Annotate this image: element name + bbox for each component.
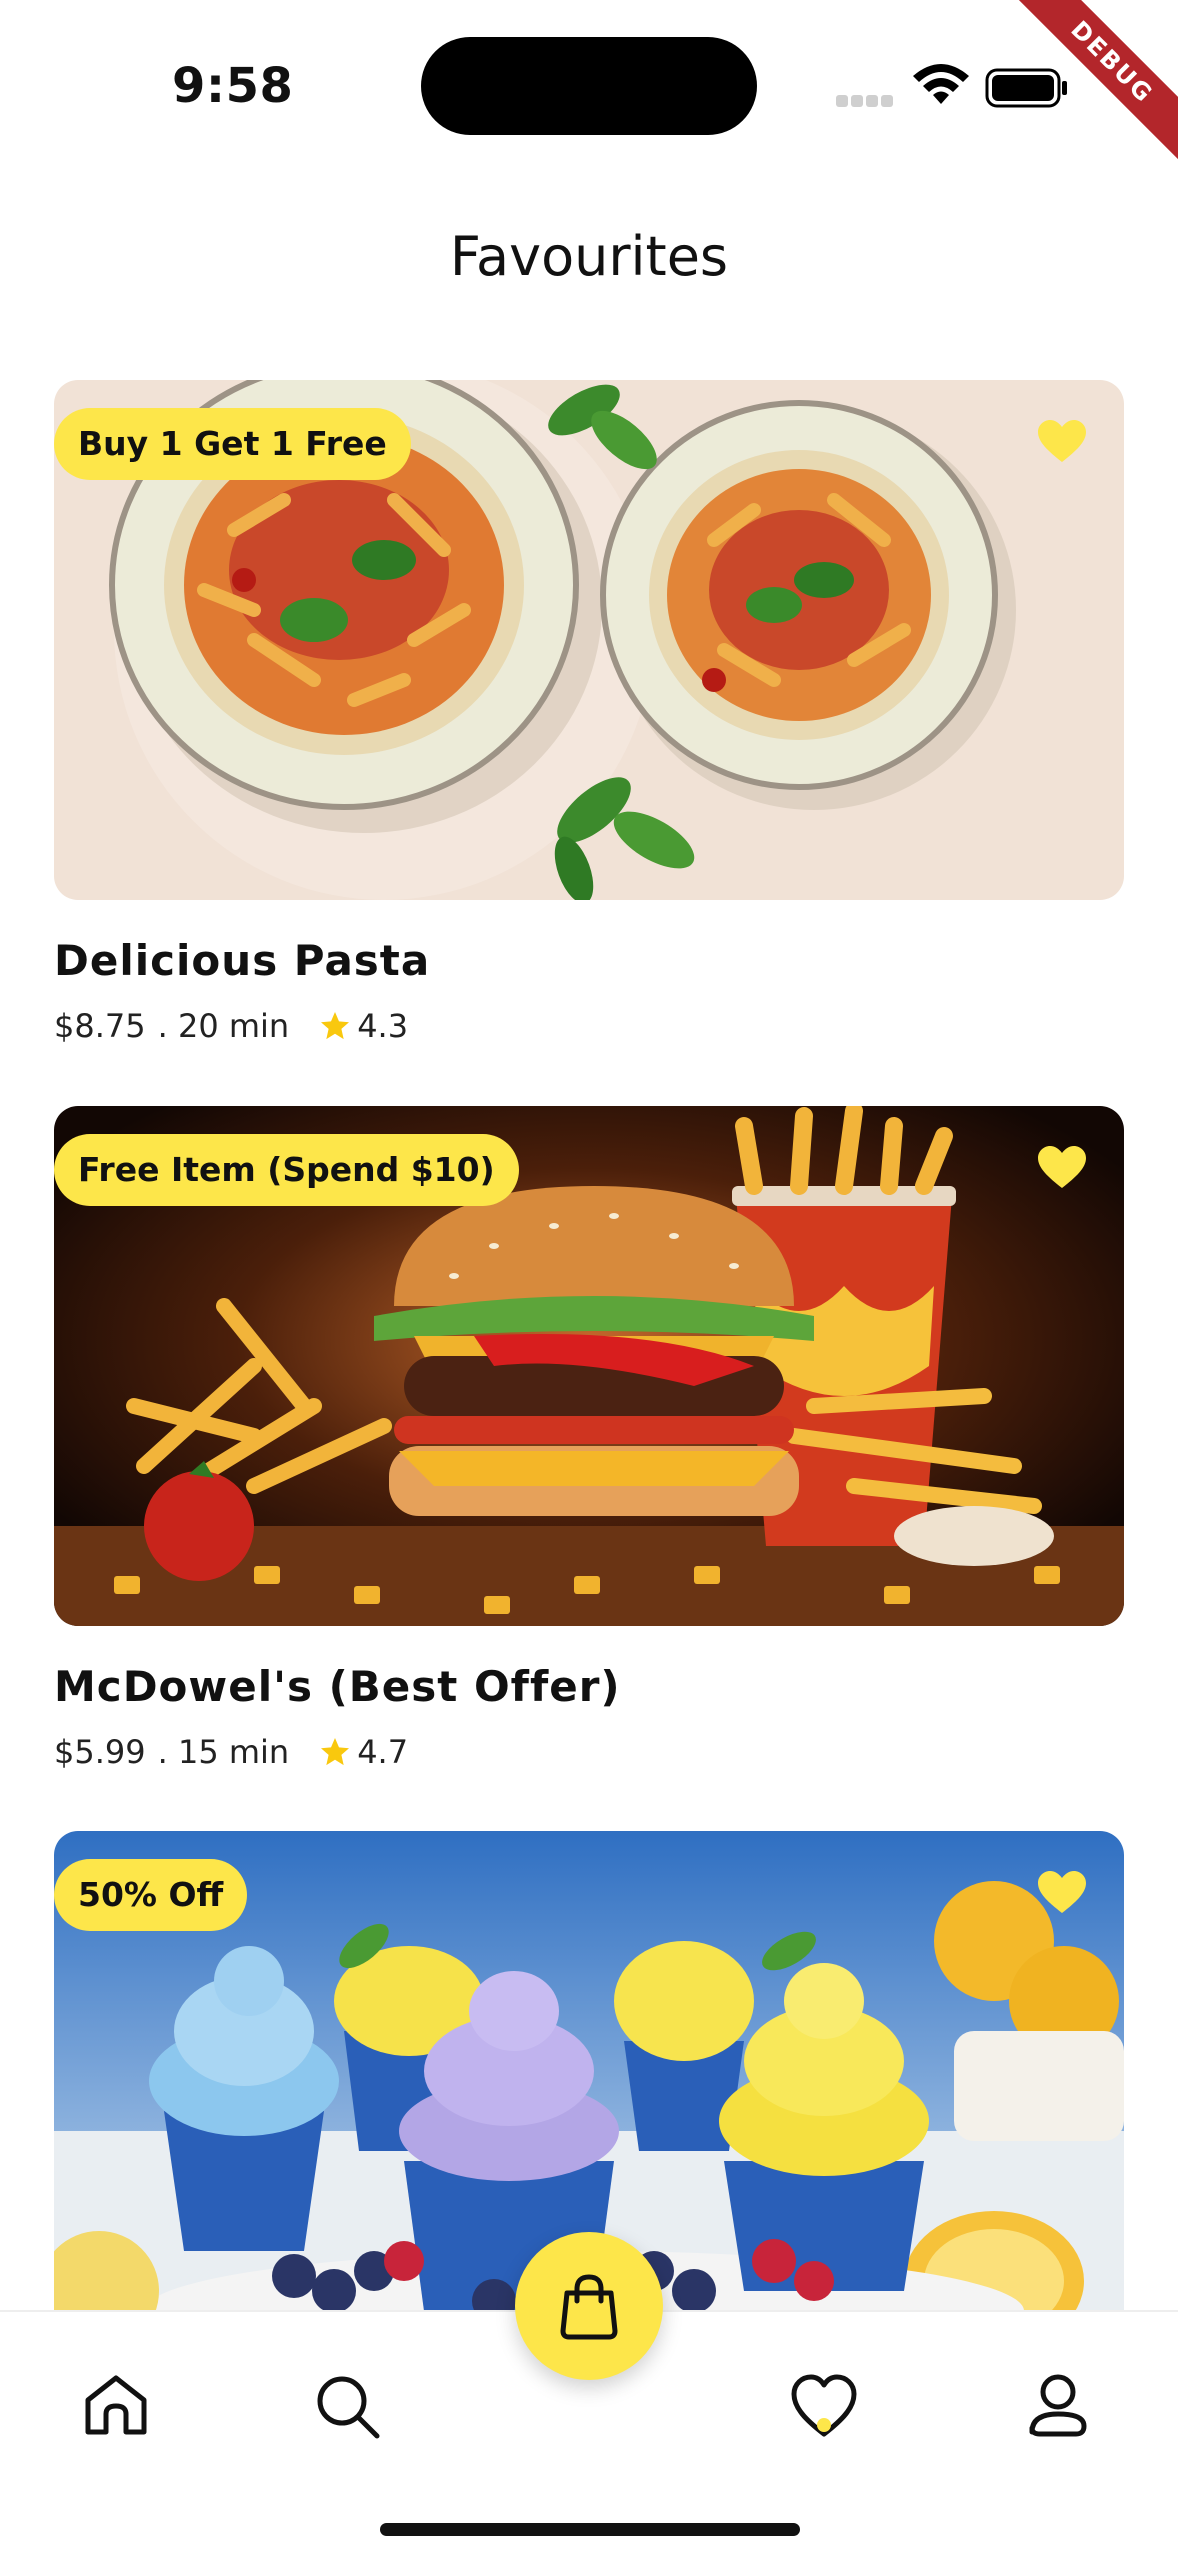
item-time: . 20 min xyxy=(157,1007,290,1045)
battery-icon xyxy=(985,68,1067,108)
item-meta: $5.99 . 15 min 4.7 xyxy=(54,1733,1124,1771)
promo-badge: Free Item (Spend $10) xyxy=(54,1134,519,1206)
status-time: 9:58 xyxy=(172,58,294,114)
promo-badge: 50% Off xyxy=(54,1859,248,1931)
favourite-heart-icon[interactable] xyxy=(1036,418,1088,464)
item-price: $5.99 xyxy=(54,1733,146,1771)
favourite-card-pasta[interactable]: Buy 1 Get 1 Free Delicious Pasta $8.75 .… xyxy=(54,380,1124,1045)
item-name[interactable]: McDowel's (Best Offer) xyxy=(54,1662,1124,1711)
cellular-signal-icon xyxy=(836,92,896,111)
profile-icon xyxy=(1029,2374,1087,2437)
active-tab-indicator xyxy=(817,2418,831,2432)
home-indicator[interactable] xyxy=(380,2523,800,2536)
search-icon xyxy=(317,2376,380,2439)
status-bar: 9:58 DEBUG xyxy=(0,0,1178,170)
page-title: Favourites xyxy=(449,225,729,288)
nav-profile[interactable] xyxy=(1022,2370,1094,2442)
item-rating: 4.3 xyxy=(357,1007,409,1045)
promo-badge: Buy 1 Get 1 Free xyxy=(54,408,411,480)
nav-search[interactable] xyxy=(311,2370,383,2442)
item-time: . 15 min xyxy=(157,1733,290,1771)
item-price: $8.75 xyxy=(54,1007,146,1045)
item-rating: 4.7 xyxy=(357,1733,409,1771)
favourite-heart-icon[interactable] xyxy=(1036,1869,1088,1915)
dynamic-island xyxy=(421,37,757,135)
food-image-burger[interactable]: Free Item (Spend $10) xyxy=(54,1106,1124,1626)
home-icon xyxy=(85,2375,147,2435)
favourite-heart-icon[interactable] xyxy=(1036,1144,1088,1190)
nav-home[interactable] xyxy=(80,2370,152,2442)
wifi-icon xyxy=(913,64,969,104)
favourite-card-burger[interactable]: Free Item (Spend $10) McDowel's (Best Of… xyxy=(54,1106,1124,1771)
item-name[interactable]: Delicious Pasta xyxy=(54,936,1124,985)
food-image-pasta[interactable]: Buy 1 Get 1 Free xyxy=(54,380,1124,900)
star-icon xyxy=(321,1012,350,1040)
shopping-bag-icon xyxy=(560,2274,618,2340)
star-icon xyxy=(321,1738,350,1766)
cart-button[interactable] xyxy=(515,2232,663,2380)
item-meta: $8.75 . 20 min 4.3 xyxy=(54,1007,1124,1045)
